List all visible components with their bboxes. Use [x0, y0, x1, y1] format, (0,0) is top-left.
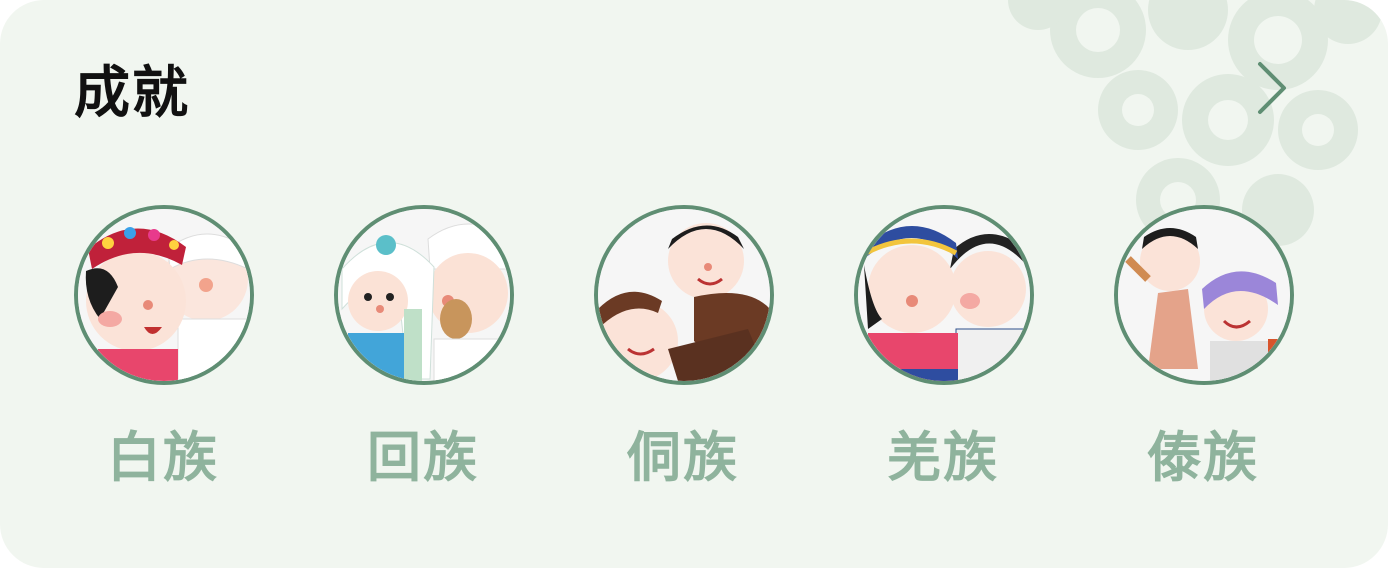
- achievement-item-bai[interactable]: 白族: [73, 205, 254, 505]
- bai-ethnic-avatar: [74, 205, 254, 385]
- achievement-label: 侗族: [627, 426, 739, 489]
- achievements-card: 成就 白族 回族 侗族 羌族 傣族: [0, 0, 1388, 568]
- achievement-label: 回族: [367, 426, 479, 489]
- achievement-item-hui[interactable]: 回族: [333, 205, 514, 505]
- hui-ethnic-avatar: [334, 205, 514, 385]
- dong-ethnic-avatar: [594, 205, 774, 385]
- section-title: 成就: [74, 61, 190, 126]
- achievement-label: 傣族: [1147, 426, 1259, 489]
- achievement-label: 羌族: [887, 426, 999, 489]
- achievement-item-dai[interactable]: 傣族: [1113, 205, 1294, 505]
- dai-ethnic-avatar: [1114, 205, 1294, 385]
- qiang-ethnic-avatar: [854, 205, 1034, 385]
- chevron-right-icon[interactable]: [1246, 58, 1300, 118]
- achievement-item-qiang[interactable]: 羌族: [853, 205, 1034, 505]
- achievement-item-dong[interactable]: 侗族: [593, 205, 774, 505]
- achievement-label: 白族: [107, 426, 219, 489]
- achievement-list: 白族 回族 侗族 羌族 傣族: [0, 205, 1388, 505]
